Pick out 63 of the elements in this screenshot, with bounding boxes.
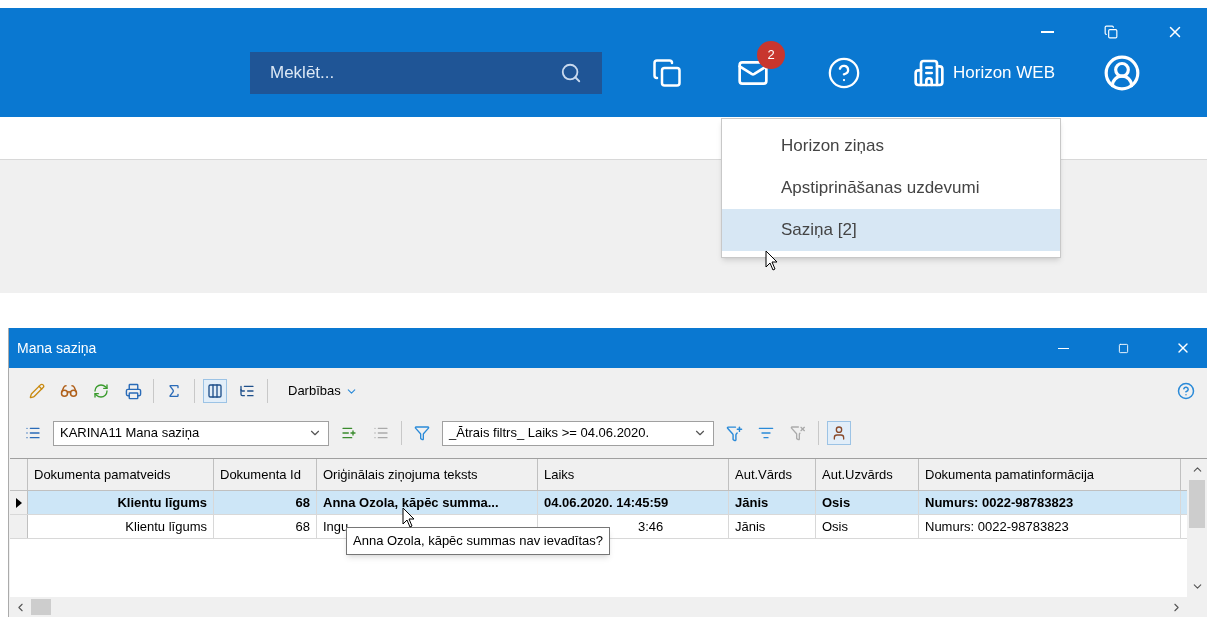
search-input[interactable]: Meklēt...	[270, 60, 560, 86]
glasses-icon	[60, 382, 78, 400]
restore-icon	[1104, 25, 1118, 39]
list-icon	[373, 425, 389, 441]
scrollbar-thumb[interactable]	[31, 599, 51, 615]
menu-item[interactable]: Horizon ziņas	[722, 125, 1060, 167]
table-cell: Klientu līgums	[28, 491, 214, 514]
actions-menu[interactable]: Darbības	[288, 381, 358, 401]
user-icon[interactable]	[1103, 54, 1142, 92]
columns-icon	[207, 383, 223, 399]
tooltip: Anna Ozola, kāpēc summas nav ievadītas?	[346, 527, 611, 555]
column-header[interactable]: Aut.Uzvārds	[816, 459, 919, 490]
table-cell: Klientu līgums	[28, 515, 214, 538]
list-add-icon	[341, 425, 357, 441]
user-filter-button[interactable]	[827, 421, 851, 445]
vertical-scrollbar[interactable]	[1187, 459, 1207, 597]
table-cell: 04.06.2020. 14:45:59	[538, 491, 729, 514]
person-icon	[831, 425, 847, 441]
funnel-plus-icon	[725, 424, 743, 442]
column-header[interactable]: Laiks	[538, 459, 729, 490]
filter-icon	[758, 425, 774, 441]
building-icon	[913, 57, 945, 89]
funnel-x-icon	[790, 425, 806, 441]
printer-icon	[124, 382, 142, 400]
table-cell: Numurs: 0022-98783823	[919, 515, 1181, 538]
menu-item[interactable]: Saziņa [2]	[722, 209, 1060, 251]
refresh-icon	[93, 383, 109, 399]
table-cell: Jānis	[729, 491, 816, 514]
table-cell: 68	[214, 515, 317, 538]
column-header[interactable]: Dokumenta Id	[214, 459, 317, 490]
maximize-icon	[1117, 342, 1129, 354]
minimize-icon	[1040, 31, 1054, 33]
sigma-icon	[166, 383, 182, 399]
table-cell: Osis	[816, 491, 919, 514]
table-cell: Numurs: 0022-98783823	[919, 491, 1181, 514]
column-header[interactable]: Dokumenta pamatveids	[28, 459, 214, 490]
help-icon[interactable]	[1177, 382, 1195, 400]
window-title: Mana saziņa	[17, 338, 98, 358]
pencil-icon	[29, 383, 45, 399]
list-icon	[25, 425, 41, 441]
table-cell: 68	[214, 491, 317, 514]
column-header[interactable]: Aut.Vārds	[729, 459, 816, 490]
search-icon[interactable]	[560, 62, 582, 84]
scrollbar-thumb[interactable]	[1189, 480, 1205, 528]
current-row-icon	[15, 497, 22, 508]
table-cell: Osis	[816, 515, 919, 538]
company-name[interactable]: Horizon WEB	[953, 60, 1056, 86]
table-row[interactable]: Klientu līgums 68 Anna Ozola, kāpēc summa... 04.06.2020. 14:45:59 Jānis Osis Numurs: 0022-98783823	[10, 491, 1187, 515]
minimize-icon	[1057, 347, 1069, 349]
row-selector[interactable]	[10, 491, 28, 514]
table-cell: Jānis	[729, 515, 816, 538]
windows-icon[interactable]	[652, 58, 682, 88]
layout-dropdown[interactable]: KARINA11 Mana saziņa	[53, 420, 329, 446]
tree-icon	[239, 383, 255, 399]
filter-dropdown[interactable]: _Ātrais filtrs_ Laiks >= 04.06.2020.	[442, 420, 714, 446]
menu-item[interactable]: Apstiprināšanas uzdevumi	[722, 167, 1060, 209]
search-field[interactable]: Meklēt...	[250, 52, 602, 94]
funnel-icon	[414, 425, 430, 441]
notification-badge: 2	[757, 41, 785, 69]
columns-button[interactable]	[203, 379, 227, 403]
column-header[interactable]: Dokumenta pamatinformācija	[919, 459, 1181, 490]
column-header[interactable]: Oriģinālais ziņojuma teksts	[317, 459, 538, 490]
horizontal-scrollbar[interactable]	[10, 597, 1207, 617]
